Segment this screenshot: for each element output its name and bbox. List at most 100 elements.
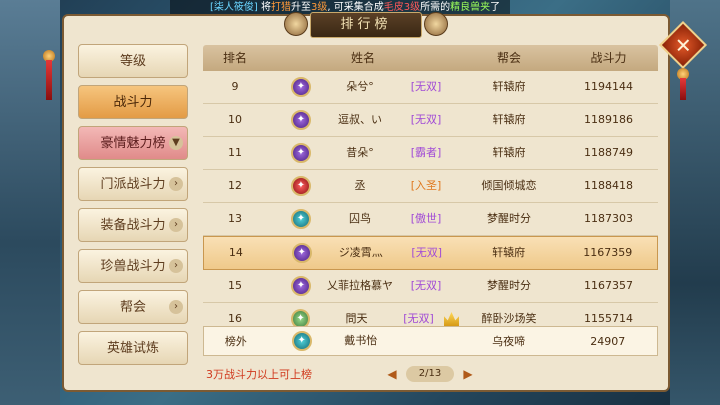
tassel-left	[46, 60, 52, 100]
tab-label: 等级	[119, 54, 146, 69]
table-row[interactable]: 12 ✦ 丞 [入圣] 倾国倾城恋 1188418	[203, 170, 658, 203]
crown-icon	[443, 312, 460, 326]
chevron-right-icon: ›	[169, 300, 183, 314]
row-power: 1188418	[584, 179, 633, 192]
tab-equipment-power[interactable]: 装备战斗力 ›	[78, 208, 188, 242]
player-title: [霸者]	[410, 146, 442, 159]
tab-level[interactable]: 等级	[78, 44, 188, 78]
row-guild: 轩辕府	[492, 80, 526, 93]
table-row-highlighted[interactable]: 14 ✦ ジ凌霄灬 [无双] 轩辕府 1167359	[203, 236, 658, 270]
prev-page-button[interactable]: ◀	[385, 367, 399, 381]
player-name: 逗叔、い	[338, 113, 382, 126]
player-name: 朵兮°	[346, 80, 374, 93]
row-rank: 14	[228, 246, 243, 259]
tab-guild[interactable]: 帮会 ›	[78, 290, 188, 324]
player-title: [无双]	[410, 80, 442, 93]
class-avatar-icon: ✦	[291, 243, 312, 263]
tassel-right	[680, 78, 686, 100]
table-row[interactable]: 13 ✦ 囚鸟 [傲世] 梦醒时分 1187303	[203, 203, 658, 236]
chevron-down-icon: ▼	[169, 136, 183, 150]
row-rank: 9	[231, 80, 239, 93]
pager: ◀ 2/13 ▶	[385, 366, 475, 382]
player-name: ジ凌霄灬	[338, 246, 383, 259]
player-title: [无双]	[410, 279, 442, 292]
row-rank: 11	[228, 146, 242, 159]
table-row[interactable]: 10 ✦ 逗叔、い [无双] 轩辕府 1189186	[203, 104, 658, 137]
player-title: [无双]	[410, 113, 442, 126]
row-guild: 倾国倾城恋	[481, 179, 537, 192]
chevron-right-icon: ›	[169, 259, 183, 273]
header-rank: 排名	[222, 51, 247, 65]
player-title: [无双]	[411, 246, 443, 259]
ticker-player: [柒人筱俊]	[210, 2, 258, 13]
own-guild: 乌夜啼	[492, 335, 526, 348]
table-row[interactable]: 9 ✦ 朵兮° [无双] 轩辕府 1194144	[203, 71, 658, 104]
player-name: 囚鸟	[349, 212, 371, 225]
ranking-table: 排名 姓名 帮会 战斗力 9 ✦ 朵兮° [无双] 轩辕府 1194144 10 ✦…	[203, 45, 658, 336]
class-avatar-icon: ✦	[291, 143, 311, 163]
row-power: 1167359	[583, 246, 633, 259]
tab-pet-power[interactable]: 珍兽战斗力 ›	[78, 249, 188, 283]
player-title: [入圣]	[410, 179, 442, 192]
player-name: 昔朵°	[346, 146, 374, 159]
tab-label: 豪情魅力榜	[100, 136, 166, 151]
class-avatar-icon: ✦	[291, 77, 311, 97]
own-power: 24907	[590, 335, 626, 348]
tab-combat-power[interactable]: 战斗力	[78, 85, 188, 119]
row-guild: 梦醒时分	[487, 279, 531, 292]
title-ornament-right	[424, 12, 448, 36]
row-rank: 12	[228, 179, 242, 192]
row-rank: 13	[228, 212, 242, 225]
row-guild: 轩辕府	[492, 146, 526, 159]
tab-sect-power[interactable]: 门派战斗力 ›	[78, 167, 188, 201]
row-rank: 10	[228, 113, 242, 126]
row-power: 1194144	[584, 80, 633, 93]
chevron-right-icon: ›	[169, 177, 183, 191]
player-title: [傲世]	[410, 212, 442, 225]
table-header: 排名 姓名 帮会 战斗力	[203, 45, 658, 71]
class-avatar-icon: ✦	[291, 276, 311, 296]
table-row[interactable]: 11 ✦ 昔朵° [霸者] 轩辕府 1188749	[203, 137, 658, 170]
row-guild: 轩辕府	[492, 246, 526, 259]
ticker-text: 将	[257, 2, 271, 13]
own-rank-row: 榜外 ✦ 戴书怡 乌夜啼 24907	[203, 326, 658, 356]
header-guild: 帮会	[496, 51, 521, 65]
tab-label: 门派战斗力	[100, 177, 166, 192]
page-title: 排行榜	[310, 12, 422, 38]
own-name: 戴书怡	[344, 334, 378, 347]
tab-label: 珍兽战斗力	[100, 259, 166, 274]
table-row[interactable]: 15 ✦ 乂菲拉格慕ヤ [无双] 梦醒时分 1167357	[203, 270, 658, 303]
footer-note: 3万战斗力以上可上榜	[206, 368, 312, 381]
row-power: 1167357	[584, 279, 633, 292]
own-rank: 榜外	[224, 335, 247, 348]
class-avatar-icon: ✦	[291, 176, 311, 196]
class-avatar-icon: ✦	[291, 110, 311, 130]
title-ornament-left	[284, 12, 308, 36]
player-name: 乂菲拉格慕ヤ	[327, 279, 393, 292]
class-avatar-icon: ✦	[291, 209, 311, 229]
chevron-right-icon: ›	[169, 218, 183, 232]
player-name: 丞	[354, 179, 366, 192]
header-name: 姓名	[350, 51, 375, 65]
class-avatar-icon: ✦	[291, 331, 312, 351]
category-tabs: 等级 战斗力 豪情魅力榜 ▼ 门派战斗力 › 装备战斗力 › 珍兽战斗力 › 帮会 › 英…	[78, 44, 188, 372]
header-power: 战斗力	[590, 51, 627, 65]
tab-label: 帮会	[119, 300, 146, 315]
tab-charm[interactable]: 豪情魅力榜 ▼	[78, 126, 188, 160]
row-guild: 梦醒时分	[487, 212, 531, 225]
row-power: 1188749	[584, 146, 633, 159]
close-icon: ✕	[674, 32, 692, 57]
tab-label: 装备战斗力	[100, 218, 166, 233]
next-page-button[interactable]: ▶	[461, 367, 475, 381]
page-indicator: 2/13	[406, 366, 454, 382]
row-power: 1187303	[584, 212, 633, 225]
ticker-item: 打猎	[271, 2, 291, 13]
row-rank: 15	[228, 279, 242, 292]
ticker-text: 了	[490, 2, 501, 13]
tab-label: 英雄试炼	[106, 341, 159, 356]
ticker-beast: 精良兽夹	[450, 2, 491, 13]
row-guild: 轩辕府	[492, 113, 526, 126]
tab-hero-trial[interactable]: 英雄试炼	[78, 331, 188, 365]
row-power: 1189186	[584, 113, 633, 126]
tab-label: 战斗力	[113, 95, 153, 110]
